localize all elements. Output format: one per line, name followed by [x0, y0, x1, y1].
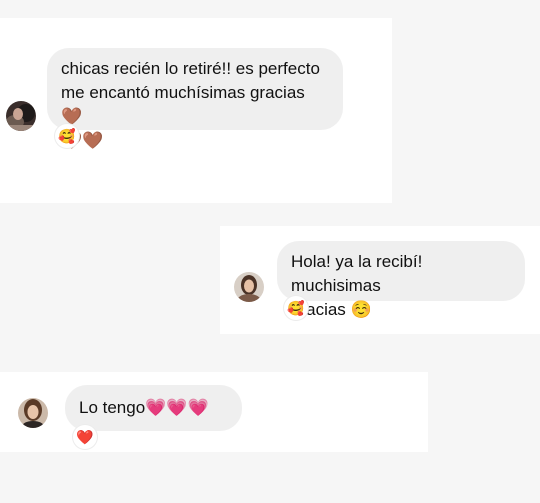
reaction-badge[interactable]: 🥰: [284, 296, 308, 320]
dm-screenshot-collage: chicas recién lo retiré!! es perfecto me…: [0, 0, 540, 503]
reaction-badge[interactable]: ❤️: [73, 425, 97, 449]
sender-avatar-2[interactable]: [234, 272, 264, 302]
reaction-badge[interactable]: 🥰: [55, 124, 79, 148]
sender-avatar-3[interactable]: [18, 398, 48, 428]
sender-avatar-1[interactable]: [6, 101, 36, 131]
message-bubble[interactable]: Hola! ya la recibí! muchisimas gracias ☺…: [277, 241, 525, 319]
message-bubble[interactable]: Lo tengo💗💗💗: [65, 385, 242, 431]
message-bubble[interactable]: chicas recién lo retiré!! es perfecto me…: [47, 48, 343, 150]
